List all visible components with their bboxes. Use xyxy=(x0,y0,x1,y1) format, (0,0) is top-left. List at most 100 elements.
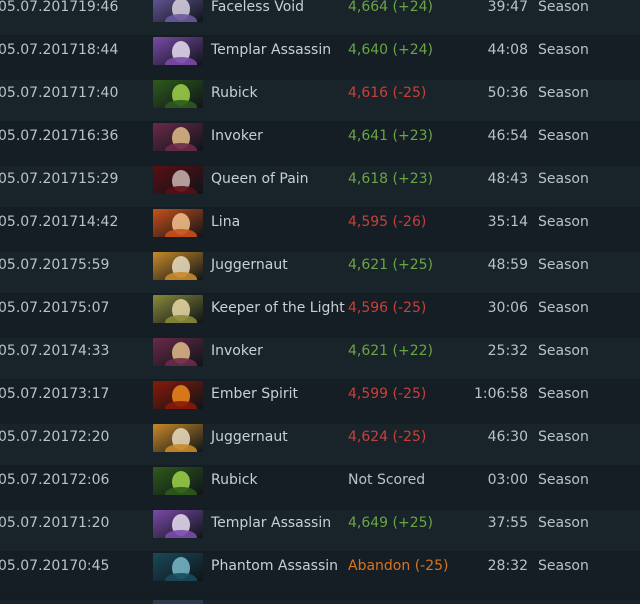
match-time: 4:33 xyxy=(78,343,110,359)
queen-of-pain-portrait-icon[interactable] xyxy=(153,166,203,194)
match-row[interactable]: 05.07.2017 15:29 Queen of Pain 4,618 (+23) 4… xyxy=(0,166,640,207)
hero-name: Templar Assassin xyxy=(211,42,332,58)
match-row[interactable]: 05.07.2017 0:45 Phantom Assassin Abandon (-… xyxy=(0,553,640,594)
match-time: 5:59 xyxy=(78,257,110,273)
hero-name: Invoker xyxy=(211,343,263,359)
match-time: 2:06 xyxy=(78,472,110,488)
match-duration: 25:32 xyxy=(487,343,528,359)
mmr-change: 4,624 (-25) xyxy=(348,429,427,445)
match-time: 17:40 xyxy=(78,85,119,101)
match-duration: 44:08 xyxy=(487,42,528,58)
match-row[interactable]: 05.07.2017 4:33 Invoker 4,621 (+22) 25:32 Sea… xyxy=(0,338,640,379)
match-history-table: 05.07.2017 19:46 Faceless Void 4,664 (+24) 3… xyxy=(0,0,640,604)
hero-name: Juggernaut xyxy=(211,257,288,273)
match-time: 14:42 xyxy=(78,214,119,230)
match-duration: 1:06:58 xyxy=(474,386,528,402)
hero-name: Ember Spirit xyxy=(211,386,298,402)
match-date: 05.07.2017 xyxy=(0,257,79,273)
match-mode: Season xyxy=(538,300,589,316)
match-date: 05.07.2017 xyxy=(0,128,79,144)
match-duration: 48:59 xyxy=(487,257,528,273)
match-duration: 03:00 xyxy=(487,472,528,488)
match-row[interactable]: 05.07.2017 5:07 Keeper of the Light 4,596 (… xyxy=(0,295,640,336)
mmr-change: 4,616 (-25) xyxy=(348,85,427,101)
match-time: 5:07 xyxy=(78,300,110,316)
match-duration: 37:55 xyxy=(487,515,528,531)
partial-row xyxy=(0,600,640,604)
templar-assassin-portrait-icon[interactable] xyxy=(153,37,203,65)
match-time: 19:46 xyxy=(78,0,119,15)
faceless-void-portrait-icon[interactable] xyxy=(153,0,203,22)
phantom-assassin-portrait-icon[interactable] xyxy=(153,553,203,581)
match-duration: 50:36 xyxy=(487,85,528,101)
juggernaut-portrait-icon[interactable] xyxy=(153,424,203,452)
match-row[interactable]: 05.07.2017 1:20 Templar Assassin 4,649 (+25… xyxy=(0,510,640,551)
match-mode: Season xyxy=(538,171,589,187)
hero-name: Keeper of the Light xyxy=(211,300,345,316)
match-date: 05.07.2017 xyxy=(0,386,79,402)
hero-name: Lina xyxy=(211,214,241,230)
partial-hero-portrait xyxy=(153,600,203,604)
match-duration: 46:54 xyxy=(487,128,528,144)
match-row[interactable]: 05.07.2017 5:59 Juggernaut 4,621 (+25) 48:59… xyxy=(0,252,640,293)
juggernaut-portrait-icon[interactable] xyxy=(153,252,203,280)
match-duration: 48:43 xyxy=(487,171,528,187)
match-duration: 46:30 xyxy=(487,429,528,445)
match-date: 05.07.2017 xyxy=(0,171,79,187)
match-row[interactable]: 05.07.2017 17:40 Rubick 4,616 (-25) 50:36 Sea… xyxy=(0,80,640,121)
ember-spirit-portrait-icon[interactable] xyxy=(153,381,203,409)
hero-name: Phantom Assassin xyxy=(211,558,339,574)
hero-name: Rubick xyxy=(211,85,258,101)
hero-name: Invoker xyxy=(211,128,263,144)
match-mode: Season xyxy=(538,128,589,144)
match-time: 2:20 xyxy=(78,429,110,445)
match-row[interactable]: 05.07.2017 19:46 Faceless Void 4,664 (+24) 3… xyxy=(0,0,640,35)
mmr-change: Abandon (-25) xyxy=(348,558,449,574)
match-time: 15:29 xyxy=(78,171,119,187)
rubick-portrait-icon[interactable] xyxy=(153,467,203,495)
lina-portrait-icon[interactable] xyxy=(153,209,203,237)
match-date: 05.07.2017 xyxy=(0,300,79,316)
match-duration: 30:06 xyxy=(487,300,528,316)
keeper-of-the-light-portrait-icon[interactable] xyxy=(153,295,203,323)
match-duration: 39:47 xyxy=(487,0,528,15)
match-row[interactable]: 05.07.2017 16:36 Invoker 4,641 (+23) 46:54 Se… xyxy=(0,123,640,164)
hero-name: Queen of Pain xyxy=(211,171,309,187)
match-date: 05.07.2017 xyxy=(0,85,79,101)
match-row[interactable]: 05.07.2017 2:06 Rubick Not Scored 03:00 Seaso… xyxy=(0,467,640,508)
match-date: 05.07.2017 xyxy=(0,558,79,574)
match-row[interactable]: 05.07.2017 3:17 Ember Spirit 4,599 (-25) 1:0… xyxy=(0,381,640,422)
hero-name: Faceless Void xyxy=(211,0,305,15)
match-date: 05.07.2017 xyxy=(0,472,79,488)
match-row[interactable]: 05.07.2017 18:44 Templar Assassin 4,640 (+2… xyxy=(0,37,640,78)
match-mode: Season xyxy=(538,257,589,273)
hero-name: Rubick xyxy=(211,472,258,488)
match-mode: Season xyxy=(538,515,589,531)
match-duration: 28:32 xyxy=(487,558,528,574)
mmr-change: Not Scored xyxy=(348,472,426,488)
match-date: 05.07.2017 xyxy=(0,515,79,531)
match-mode: Season xyxy=(538,343,589,359)
mmr-change: 4,595 (-26) xyxy=(348,214,427,230)
match-mode: Season xyxy=(538,558,589,574)
match-date: 05.07.2017 xyxy=(0,429,79,445)
mmr-change: 4,596 (-25) xyxy=(348,300,427,316)
mmr-change: 4,618 (+23) xyxy=(348,171,433,187)
mmr-change: 4,640 (+24) xyxy=(348,42,433,58)
invoker-portrait-icon[interactable] xyxy=(153,123,203,151)
invoker-portrait-icon[interactable] xyxy=(153,338,203,366)
rubick-portrait-icon[interactable] xyxy=(153,80,203,108)
match-row[interactable]: 05.07.2017 2:20 Juggernaut 4,624 (-25) 46:30… xyxy=(0,424,640,465)
hero-name: Juggernaut xyxy=(211,429,288,445)
match-mode: Season xyxy=(538,42,589,58)
mmr-change: 4,649 (+25) xyxy=(348,515,433,531)
match-time: 1:20 xyxy=(78,515,110,531)
match-time: 0:45 xyxy=(78,558,110,574)
match-mode: Season xyxy=(538,472,589,488)
match-duration: 35:14 xyxy=(487,214,528,230)
match-mode: Season xyxy=(538,429,589,445)
templar-assassin-portrait-icon[interactable] xyxy=(153,510,203,538)
match-row[interactable]: 05.07.2017 14:42 Lina 4,595 (-26) 35:14 Seaso… xyxy=(0,209,640,250)
match-time: 18:44 xyxy=(78,42,119,58)
match-time: 16:36 xyxy=(78,128,119,144)
